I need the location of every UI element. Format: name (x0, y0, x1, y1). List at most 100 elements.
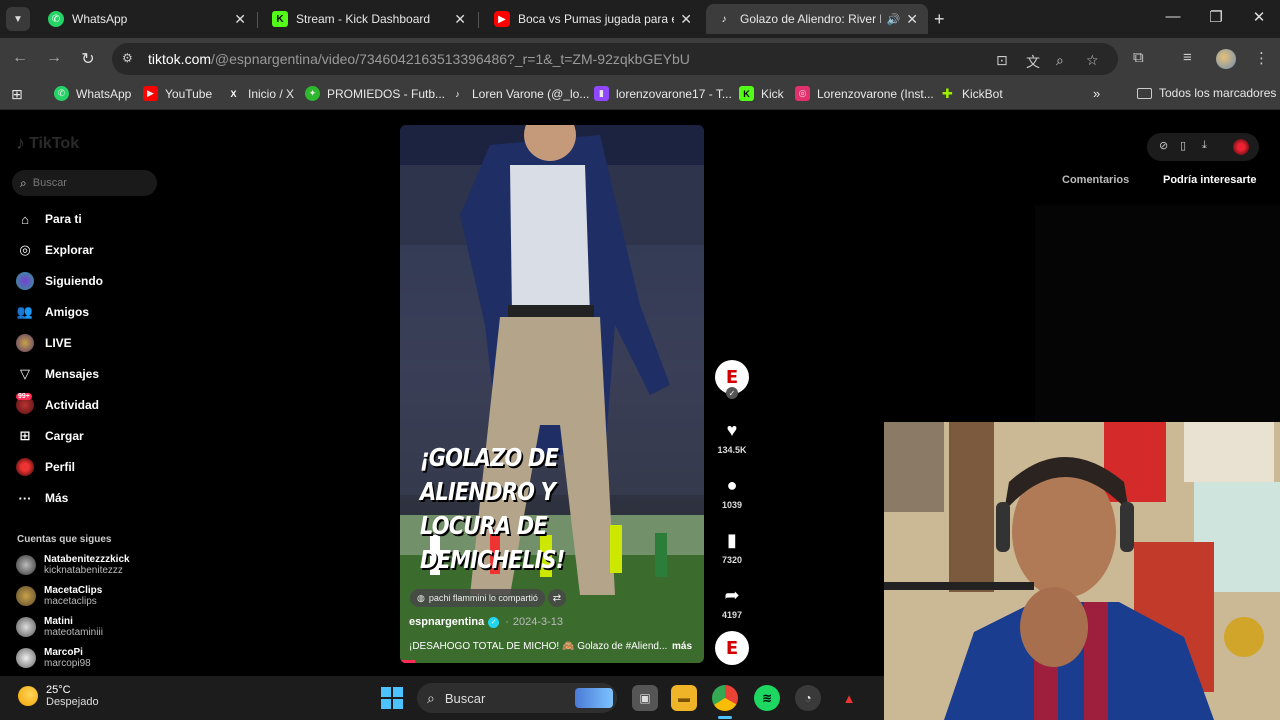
minimize-button[interactable]: — (1163, 8, 1183, 25)
bookmark-instagram[interactable]: ◎ Lorenzovarone (Inst... (795, 86, 934, 101)
apps-icon[interactable]: ⊞ (11, 86, 23, 103)
weather-icon (18, 686, 38, 706)
address-bar[interactable]: ⚙ tiktok.com/@espnargentina/video/734604… (112, 43, 1118, 75)
zoom-icon[interactable]: ⌕ (1056, 52, 1064, 69)
bookmark-whatsapp[interactable]: ✆ WhatsApp (54, 86, 131, 101)
taskbar-search[interactable]: ⌕ Buscar (417, 683, 617, 713)
nav-mensajes[interactable]: ▽ Mensajes (16, 365, 99, 383)
following-account[interactable]: MacetaClips macetaclips (16, 585, 102, 607)
translate-icon[interactable]: 文 (1026, 52, 1040, 72)
tiktok-search-input[interactable]: ⌕ Buscar (12, 170, 157, 196)
tab-youtube[interactable]: ▶ Boca vs Pumas jugada para exp ✕ (484, 4, 702, 34)
webcam-image (884, 422, 1280, 720)
coins-icon[interactable]: ⊘ (1159, 139, 1168, 152)
suggestions-panel (1035, 205, 1280, 425)
share-icon: ➦ (724, 584, 740, 605)
video-progress-bar[interactable] (400, 660, 416, 663)
weather-widget[interactable]: 25°C Despejado (18, 684, 99, 708)
follow-check-icon[interactable]: ✓ (726, 387, 738, 399)
avatar[interactable] (1233, 139, 1249, 155)
spotify-icon[interactable]: ≋ (754, 685, 780, 711)
nav-siguiendo[interactable]: Siguiendo (16, 272, 103, 290)
install-app-icon[interactable]: ⊡ (996, 52, 1008, 69)
bookmark-twitch[interactable]: ▮ lorenzovarone17 - T... (594, 86, 732, 101)
close-tab-icon[interactable]: ✕ (234, 11, 246, 28)
save-count: 7320 (721, 555, 743, 565)
download-icon[interactable]: ⤓ (1202, 139, 1207, 152)
more-bookmarks-button[interactable]: » (1093, 86, 1100, 101)
more-link[interactable]: más (672, 641, 692, 652)
video-overlay-title: ¡GOLAZO DE ALIENDRO Y LOCURA DE DEMICHEL… (420, 441, 647, 577)
video-player[interactable]: ¡GOLAZO DE ALIENDRO Y LOCURA DE DEMICHEL… (400, 125, 704, 663)
shared-by-pill[interactable]: ◍ pachi flammini lo compartió (410, 589, 545, 607)
media-controls-icon[interactable]: ≡ (1183, 49, 1192, 66)
device-icon[interactable]: ▯ (1180, 139, 1186, 152)
nav-label: Explorar (45, 243, 94, 257)
repost-icon[interactable]: ⇄ (548, 589, 566, 607)
share-button[interactable]: ➦ 4197 (715, 578, 749, 621)
close-window-button[interactable]: ✕ (1249, 8, 1269, 26)
tab-title: Stream - Kick Dashboard (296, 12, 431, 26)
nav-live[interactable]: LIVE (16, 334, 72, 352)
tab-whatsapp[interactable]: ✆ WhatsApp ✕ (38, 4, 256, 34)
bookmark-tiktok[interactable]: ♪ Loren Varone (@_lo... (450, 86, 589, 101)
site-info-icon[interactable]: ⚙ (122, 51, 138, 67)
tab-comentarios[interactable]: Comentarios (1062, 174, 1129, 186)
bookmark-youtube[interactable]: ▶ YouTube (143, 86, 212, 101)
bookmark-x[interactable]: X Inicio / X (226, 86, 294, 101)
back-button[interactable]: ← (10, 49, 30, 67)
following-account[interactable]: Natabenitezzzkick kicknatabenitezzz (16, 554, 130, 576)
nav-para-ti[interactable]: ⌂ Para ti (16, 210, 82, 228)
browser-toolbar: ← → ↻ ⚙ tiktok.com/@espnargentina/video/… (0, 38, 1280, 80)
restore-button[interactable]: ❐ (1206, 8, 1226, 26)
author-name[interactable]: espnargentina (409, 616, 484, 628)
live-icon (16, 334, 34, 352)
close-tab-icon[interactable]: ✕ (906, 11, 918, 28)
search-placeholder: Buscar (32, 177, 67, 189)
close-tab-icon[interactable]: ✕ (454, 11, 466, 28)
tab-kick-dashboard[interactable]: K Stream - Kick Dashboard ✕ (262, 4, 476, 34)
nav-perfil[interactable]: Perfil (16, 458, 75, 476)
all-bookmarks-folder[interactable]: Todos los marcadores (1137, 86, 1276, 100)
bookmark-promiedos[interactable]: ✦ PROMIEDOS - Futb... (305, 86, 445, 101)
nav-amigos[interactable]: 👥 Amigos (16, 303, 89, 321)
audio-playing-icon[interactable]: 🔊 (887, 13, 901, 26)
bookmark-kickbot[interactable]: ✚ KickBot (940, 86, 1003, 101)
task-view-icon[interactable]: ▣ (632, 685, 658, 711)
following-account[interactable]: Matini mateotaminiii (16, 616, 103, 638)
more-icon: ··· (18, 490, 32, 506)
close-tab-icon[interactable]: ✕ (680, 11, 692, 28)
file-explorer-icon[interactable]: ▬ (671, 685, 697, 711)
tab-podria-interesarte[interactable]: Podría interesarte (1163, 174, 1257, 186)
bookmark-star-icon[interactable]: ☆ (1086, 52, 1099, 69)
extensions-icon[interactable]: ⧉ (1133, 49, 1144, 66)
tiktok-logo[interactable]: ♪ TikTok (16, 133, 79, 154)
profile-avatar[interactable] (1216, 49, 1236, 69)
chrome-icon[interactable] (712, 685, 738, 711)
nav-cargar[interactable]: ⊞ Cargar (16, 427, 84, 445)
nav-explorar[interactable]: ◎ Explorar (16, 241, 94, 259)
reload-button[interactable]: ↻ (78, 49, 98, 69)
compass-icon: ◎ (19, 242, 31, 257)
browser-tab-strip: ▼ ✆ WhatsApp ✕ K Stream - Kick Dashboard… (0, 0, 1280, 38)
new-tab-button[interactable]: + (934, 9, 945, 30)
tiktok-icon: ♪ (721, 13, 727, 25)
home-icon: ⌂ (21, 211, 29, 227)
save-button[interactable]: ▮ 7320 (715, 523, 749, 566)
twitch-icon: ▮ (594, 86, 609, 101)
bookmark-kick[interactable]: K Kick (739, 86, 784, 101)
like-button[interactable]: ♥ 134.5K (715, 413, 749, 456)
app-icon[interactable]: ▲ (836, 685, 862, 711)
sound-disc[interactable]: E (715, 631, 749, 665)
activity-badge: 99+ (16, 393, 32, 400)
menu-icon[interactable]: ⋮ (1254, 49, 1269, 67)
forward-button[interactable]: → (44, 49, 64, 67)
tab-search-button[interactable]: ▼ (6, 7, 30, 31)
following-account[interactable]: MarcoPi marcopi98 (16, 647, 91, 669)
tab-tiktok[interactable]: ♪ Golazo de Aliendro: River P 🔊 ✕ (706, 4, 928, 34)
obs-icon[interactable]: ◔ (795, 685, 821, 711)
comment-button[interactable]: ● 1039 (715, 468, 749, 511)
account-name: Natabenitezzzkick (44, 554, 130, 565)
nav-mas[interactable]: ··· Más (16, 489, 69, 507)
start-button[interactable] (381, 687, 403, 709)
